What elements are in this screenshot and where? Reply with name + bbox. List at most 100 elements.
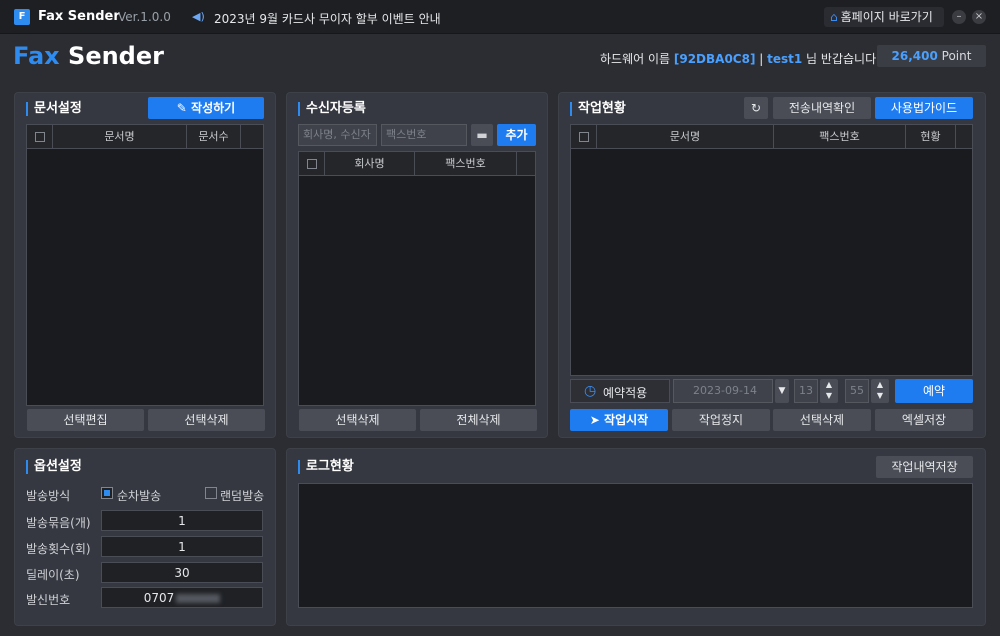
job-select-all-checkbox[interactable] (578, 132, 589, 142)
delete-all-recipient-button[interactable]: 전체삭제 (420, 409, 537, 431)
reserve-button[interactable]: 예약 (895, 379, 973, 403)
history-button[interactable]: 전송내역확인 (773, 97, 871, 119)
recipient-panel-title: 수신자등록 (298, 102, 366, 116)
speaker-icon: ◀) (192, 10, 205, 23)
app-name: Fax Sender (38, 9, 120, 24)
app-version: Ver.1.0.0 (118, 10, 171, 24)
document-grid-header: 문서명 문서수 (27, 125, 263, 149)
folder-button[interactable]: ▬ (471, 124, 493, 146)
user-name: test1 (767, 52, 803, 66)
hw-prefix: 하드웨어 이름 (600, 52, 674, 66)
refresh-button[interactable]: ↻ (744, 97, 768, 119)
write-document-label: 작성하기 (191, 101, 236, 115)
edit-selected-button[interactable]: 선택편집 (27, 409, 144, 431)
sender-number-field[interactable]: 0707 (101, 587, 263, 608)
app-logo-icon: F (14, 9, 30, 25)
bundle-field[interactable]: 1 (101, 510, 263, 531)
stop-job-button[interactable]: 작업정지 (672, 409, 770, 431)
col-doc-name[interactable]: 문서명 (53, 125, 187, 148)
folder-icon: ▬ (476, 128, 488, 142)
delete-selected-doc-button[interactable]: 선택삭제 (148, 409, 265, 431)
minute-field[interactable]: 55 (845, 379, 869, 403)
greeting: 님 반갑습니다! (802, 52, 881, 66)
add-recipient-button[interactable]: 추가 (497, 124, 536, 146)
repeat-label: 발송횟수(회) (26, 542, 91, 556)
sequential-radio[interactable] (101, 487, 113, 499)
brand-sender: Sender (59, 42, 164, 70)
chevron-down-icon: ▼ (876, 391, 884, 400)
point-balance: 26,400 Point (877, 45, 986, 67)
close-button[interactable]: × (972, 10, 986, 24)
guide-button[interactable]: 사용법가이드 (875, 97, 973, 119)
col-company[interactable]: 회사명 (325, 152, 415, 175)
select-all-cell[interactable] (27, 125, 53, 148)
hour-stepper[interactable]: ▲ ▼ (820, 379, 838, 403)
recipient-grid[interactable]: 회사명 팩스번호 (298, 151, 536, 406)
delete-selected-recipient-button[interactable]: 선택삭제 (299, 409, 416, 431)
hw-sep: | (755, 52, 768, 66)
chevron-down-icon: ▼ (825, 391, 833, 400)
sender-number-label: 발신번호 (26, 593, 71, 607)
random-radio[interactable] (205, 487, 217, 499)
clock-icon: ◷ (584, 383, 597, 399)
job-panel-title: 작업현황 (570, 102, 626, 116)
start-job-label: 작업시작 (604, 413, 649, 427)
brand-title: Fax Sender (13, 42, 164, 70)
reserve-toggle[interactable]: ◷ 예약적용 (570, 379, 670, 403)
home-icon: ⌂ (830, 10, 838, 24)
options-panel-title: 옵션설정 (26, 460, 82, 474)
job-col-spacer (956, 125, 972, 148)
col-doc-count[interactable]: 문서수 (187, 125, 241, 148)
select-all-checkbox[interactable] (34, 132, 45, 142)
chevron-down-icon: ▼ (778, 386, 786, 396)
col-job-status[interactable]: 현황 (906, 125, 956, 148)
delete-selected-job-button[interactable]: 선택삭제 (773, 409, 871, 431)
random-label: 랜덤발송 (220, 489, 265, 503)
hardware-info: 하드웨어 이름 [92DBA0C8] | test1 님 반갑습니다! (600, 50, 881, 67)
col-job-fax[interactable]: 팩스번호 (774, 125, 906, 148)
log-panel-title: 로그현황 (298, 460, 354, 474)
document-panel-title: 문서설정 (26, 102, 82, 116)
date-dropdown-button[interactable]: ▼ (775, 379, 789, 403)
job-select-all-cell[interactable] (571, 125, 597, 148)
minute-stepper[interactable]: ▲ ▼ (871, 379, 889, 403)
recipient-col-spacer (517, 152, 535, 175)
date-field[interactable]: 2023-09-14 (673, 379, 773, 403)
start-job-button[interactable]: ➤ 작업시작 (570, 409, 668, 431)
recipient-select-all-cell[interactable] (299, 152, 325, 175)
hour-field[interactable]: 13 (794, 379, 818, 403)
chevron-up-icon: ▲ (876, 380, 884, 389)
document-grid[interactable]: 문서명 문서수 (26, 124, 264, 406)
send-icon: ➤ (589, 413, 605, 427)
point-value: 26,400 (891, 49, 938, 63)
col-fax[interactable]: 팩스번호 (415, 152, 517, 175)
sender-number-value: 0707 (143, 591, 175, 605)
brand-fax: Fax (13, 42, 60, 70)
sequential-label: 순차발송 (117, 489, 162, 503)
recipient-select-all-checkbox[interactable] (306, 159, 317, 169)
job-grid-header: 문서명 팩스번호 현황 (571, 125, 972, 149)
col-job-doc[interactable]: 문서명 (597, 125, 774, 148)
recipient-fax-input[interactable]: 팩스번호 (381, 124, 467, 146)
notice-text[interactable]: 2023년 9월 카드사 무이자 할부 이벤트 안내 (214, 10, 441, 27)
excel-save-button[interactable]: 엑셀저장 (875, 409, 973, 431)
hw-id: [92DBA0C8] (673, 52, 756, 66)
send-mode-label: 발송방식 (26, 489, 71, 503)
delay-field[interactable]: 30 (101, 562, 263, 583)
bundle-label: 발송묶음(개) (26, 516, 91, 530)
minimize-button[interactable]: – (952, 10, 966, 24)
blurred-digits (176, 594, 221, 603)
recipient-name-input[interactable]: 회사명, 수신자 (298, 124, 377, 146)
delay-label: 딜레이(초) (26, 568, 80, 582)
repeat-field[interactable]: 1 (101, 536, 263, 557)
log-area[interactable] (298, 483, 973, 608)
write-document-button[interactable]: ✎ 작성하기 (148, 97, 264, 119)
save-log-button[interactable]: 작업내역저장 (876, 456, 973, 478)
chevron-up-icon: ▲ (825, 380, 833, 389)
refresh-icon: ↻ (750, 101, 762, 115)
col-spacer (241, 125, 263, 148)
recipient-grid-header: 회사명 팩스번호 (299, 152, 535, 176)
job-grid[interactable]: 문서명 팩스번호 현황 (570, 124, 973, 376)
edit-icon: ✎ (176, 101, 192, 115)
homepage-button[interactable]: ⌂ 홈페이지 바로가기 (824, 7, 944, 27)
